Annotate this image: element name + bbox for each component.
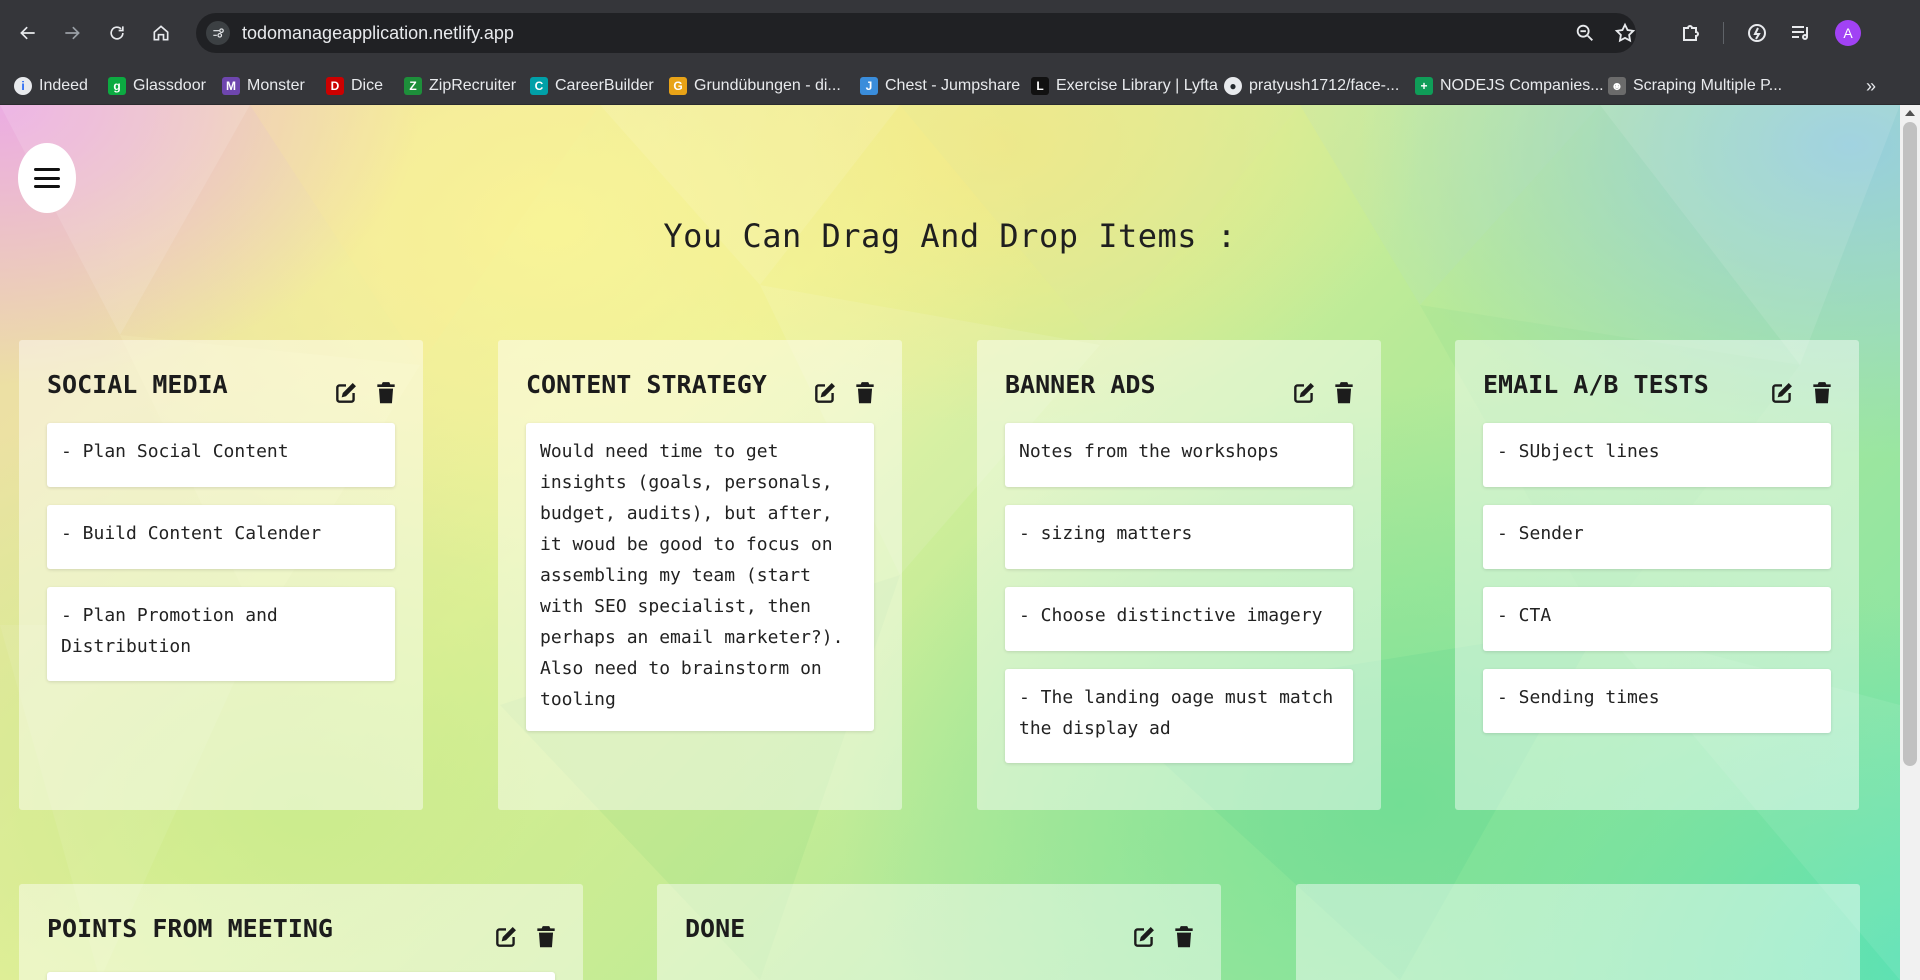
edit-icon[interactable] bbox=[812, 380, 838, 406]
extensions-icon[interactable] bbox=[1679, 21, 1703, 45]
board-title: EMAIL A/B TESTS bbox=[1483, 370, 1709, 399]
edit-icon[interactable] bbox=[493, 924, 519, 950]
menu-button[interactable] bbox=[18, 143, 76, 213]
board-title: POINTS FROM MEETING bbox=[47, 914, 333, 943]
scroll-up-arrow[interactable] bbox=[1905, 110, 1915, 116]
task-card[interactable]: Would need time to get insights (goals, … bbox=[526, 423, 874, 731]
lyfta-icon: L bbox=[1031, 77, 1049, 95]
monster-icon: M bbox=[222, 77, 240, 95]
bookmark-monster[interactable]: M Monster bbox=[222, 75, 305, 97]
task-card[interactable]: - Sender bbox=[1483, 505, 1831, 569]
reload-icon[interactable] bbox=[101, 17, 133, 49]
home-icon[interactable] bbox=[145, 17, 177, 49]
bookmark-ziprecruiter[interactable]: Z ZipRecruiter bbox=[404, 75, 516, 97]
page-heading: You Can Drag And Drop Items : bbox=[663, 217, 1237, 255]
app-page: You Can Drag And Drop Items : SOCIAL MED… bbox=[0, 105, 1900, 980]
url-text[interactable]: todomanageapplication.netlify.app bbox=[242, 23, 514, 44]
delete-icon[interactable] bbox=[533, 924, 559, 950]
media-controls-icon[interactable] bbox=[1789, 21, 1813, 45]
site-info-icon[interactable] bbox=[206, 21, 230, 45]
task-card[interactable]: - SUbject lines bbox=[1483, 423, 1831, 487]
hamburger-icon bbox=[34, 168, 60, 188]
board-title: BANNER ADS bbox=[1005, 370, 1156, 399]
task-card[interactable]: - sizing matters bbox=[1005, 505, 1353, 569]
task-card[interactable] bbox=[47, 972, 555, 980]
task-card[interactable]: - Build Content Calender bbox=[47, 505, 395, 569]
forward-icon[interactable] bbox=[56, 17, 88, 49]
ziprecruiter-icon: Z bbox=[404, 77, 422, 95]
delete-icon[interactable] bbox=[1809, 380, 1835, 406]
board-title: SOCIAL MEDIA bbox=[47, 370, 228, 399]
delete-icon[interactable] bbox=[1171, 924, 1197, 950]
gym-icon: G bbox=[669, 77, 687, 95]
board-done[interactable]: DONE bbox=[657, 884, 1221, 980]
edit-icon[interactable] bbox=[1131, 924, 1157, 950]
bookmarks-bar: i Indeed g Glassdoor M Monster D Dice Z ZipRe… bbox=[0, 66, 1920, 105]
bookmark-indeed[interactable]: i Indeed bbox=[14, 75, 88, 97]
bookmark-glassdoor[interactable]: g Glassdoor bbox=[108, 75, 206, 97]
task-card[interactable]: - CTA bbox=[1483, 587, 1831, 651]
edit-icon[interactable] bbox=[1291, 380, 1317, 406]
bookmark-scraping[interactable]: ☻ Scraping Multiple P... bbox=[1608, 75, 1782, 97]
board-banner-ads[interactable]: BANNER ADS Notes from the workshops - si… bbox=[977, 340, 1381, 810]
bookmark-github[interactable]: ● pratyush1712/face-... bbox=[1224, 75, 1399, 97]
task-card[interactable]: - Plan Social Content bbox=[47, 423, 395, 487]
edit-icon[interactable] bbox=[1769, 380, 1795, 406]
toolbar-separator bbox=[1723, 22, 1724, 44]
address-bar[interactable]: todomanageapplication.netlify.app bbox=[196, 13, 1636, 53]
board-email-ab-tests[interactable]: EMAIL A/B TESTS - SUbject lines - Sender… bbox=[1455, 340, 1859, 810]
task-card[interactable]: Notes from the workshops bbox=[1005, 423, 1353, 487]
performance-icon[interactable] bbox=[1745, 21, 1769, 45]
board-content-strategy[interactable]: CONTENT STRATEGY Would need time to get … bbox=[498, 340, 902, 810]
careerbuilder-icon: C bbox=[530, 77, 548, 95]
scrollbar-thumb[interactable] bbox=[1903, 122, 1917, 766]
edit-icon[interactable] bbox=[333, 380, 359, 406]
more-bookmarks-icon[interactable]: » bbox=[1866, 76, 1876, 97]
back-icon[interactable] bbox=[12, 17, 44, 49]
profile-avatar[interactable]: A bbox=[1835, 20, 1861, 46]
board-points-from-meeting[interactable]: POINTS FROM MEETING bbox=[19, 884, 583, 980]
bookmark-star-icon[interactable] bbox=[1614, 22, 1636, 44]
zoom-icon[interactable] bbox=[1574, 22, 1596, 44]
bookmark-dice[interactable]: D Dice bbox=[326, 75, 383, 97]
jumpshare-icon: J bbox=[860, 77, 878, 95]
bookmark-grunduebungen[interactable]: G Grundübungen - di... bbox=[669, 75, 841, 97]
task-card[interactable]: - Choose distinctive imagery bbox=[1005, 587, 1353, 651]
task-card[interactable]: - Plan Promotion and Distribution bbox=[47, 587, 395, 681]
delete-icon[interactable] bbox=[373, 380, 399, 406]
bookmark-careerbuilder[interactable]: C CareerBuilder bbox=[530, 75, 654, 97]
bookmark-nodejs-companies[interactable]: + NODEJS Companies... bbox=[1415, 75, 1604, 97]
browser-toolbar: todomanageapplication.netlify.app A bbox=[0, 0, 1920, 66]
indeed-icon: i bbox=[14, 77, 32, 95]
board-new[interactable] bbox=[1296, 884, 1860, 980]
scraper-icon: ☻ bbox=[1608, 77, 1626, 95]
delete-icon[interactable] bbox=[1331, 380, 1357, 406]
board-title: DONE bbox=[685, 914, 746, 943]
board-social-media[interactable]: SOCIAL MEDIA - Plan Social Content - Bui… bbox=[19, 340, 423, 810]
task-card[interactable]: - The landing oage must match the displa… bbox=[1005, 669, 1353, 763]
bookmark-jumpshare[interactable]: J Chest - Jumpshare bbox=[860, 75, 1020, 97]
bookmark-lyfta[interactable]: L Exercise Library | Lyfta bbox=[1031, 75, 1218, 97]
sheets-icon: + bbox=[1415, 77, 1433, 95]
glassdoor-icon: g bbox=[108, 77, 126, 95]
board-title: CONTENT STRATEGY bbox=[526, 370, 767, 399]
github-icon: ● bbox=[1224, 77, 1242, 95]
task-card[interactable]: - Sending times bbox=[1483, 669, 1831, 733]
dice-icon: D bbox=[326, 77, 344, 95]
delete-icon[interactable] bbox=[852, 380, 878, 406]
